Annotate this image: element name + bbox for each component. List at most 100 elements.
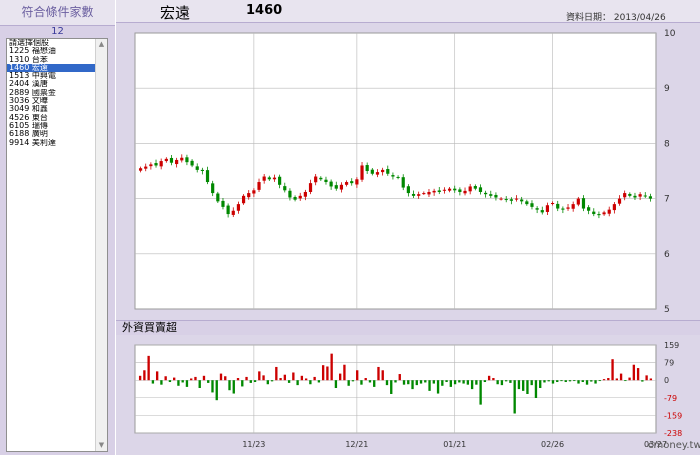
list-item[interactable]: 4526 東台 (7, 114, 95, 122)
net-bar (513, 380, 516, 414)
net-bar (441, 380, 444, 386)
list-item[interactable]: 3036 文曄 (7, 97, 95, 105)
list-item[interactable]: 3049 和鑫 (7, 105, 95, 113)
candle-body (432, 190, 436, 193)
list-item[interactable]: 1513 中興電 (7, 72, 95, 80)
candle-body (370, 169, 374, 174)
sidebar-title: 符合條件家數 (0, 0, 115, 26)
list-item[interactable]: 1310 台苯 (7, 56, 95, 64)
y-tick-label: 0 (664, 376, 669, 385)
candle-body (422, 193, 426, 195)
net-bar (215, 380, 218, 401)
candle-body (437, 190, 441, 192)
scroll-down-icon[interactable]: ▼ (96, 440, 107, 451)
candle-body (216, 193, 220, 202)
net-bar (300, 375, 304, 381)
net-bar (224, 376, 227, 381)
net-bar (390, 380, 393, 394)
scrollbar[interactable]: ▲ ▼ (95, 39, 107, 451)
candle-body (381, 169, 385, 173)
scroll-up-icon[interactable]: ▲ (96, 39, 107, 50)
net-bar (547, 380, 550, 382)
net-bar (543, 380, 546, 383)
net-bar (356, 370, 359, 381)
net-bar (147, 355, 150, 381)
watermark: cmoney.tw (648, 440, 700, 451)
candle-body (195, 166, 199, 170)
net-bar (198, 380, 201, 389)
stock-list-items: 請選擇個股 1225 福懋油 1310 台苯 1460 宏遠 1513 中興電 2404 … (7, 39, 95, 147)
net-bar (517, 380, 521, 390)
list-item[interactable]: 6105 瑞傳 (7, 122, 95, 130)
net-bar (590, 380, 593, 382)
net-bar (522, 380, 525, 391)
candle-body (478, 187, 483, 192)
candle-body (427, 191, 431, 195)
list-item[interactable]: 1460 宏遠 (7, 63, 95, 73)
net-bar (573, 380, 576, 382)
net-bar (628, 377, 631, 381)
result-count: 12 (51, 26, 64, 37)
candle-body (406, 186, 410, 194)
list-item[interactable]: 請選擇個股 (7, 39, 95, 47)
net-bar (317, 380, 321, 383)
stock-list[interactable]: 請選擇個股 1225 福懋油 1310 台苯 1460 宏遠 1513 中興電 2404 … (6, 38, 108, 452)
net-bar (530, 380, 533, 386)
net-bar (462, 380, 465, 384)
candle-body (169, 157, 174, 163)
candle-body (592, 211, 596, 215)
list-item[interactable]: 6188 廣明 (7, 130, 95, 138)
net-bar (343, 364, 346, 381)
net-bar (236, 378, 240, 381)
list-item[interactable]: 9914 美利達 (7, 139, 95, 147)
list-item[interactable]: 2404 漢唐 (7, 80, 95, 88)
net-bar (602, 379, 606, 381)
candle-body (324, 179, 328, 183)
y-tick-label: -79 (664, 394, 677, 403)
y-tick-label: 8 (664, 139, 670, 149)
candle-body (447, 188, 452, 191)
list-item[interactable]: 1225 福懋油 (7, 47, 95, 55)
candle-body (520, 199, 524, 202)
candle-body (602, 212, 606, 215)
candle-body (185, 157, 189, 163)
candle-body (473, 186, 477, 189)
candle-body (334, 185, 338, 189)
net-bar (381, 370, 384, 381)
candle-body (226, 205, 230, 215)
candle-body (138, 168, 143, 171)
net-bar (560, 380, 563, 382)
candle-body (272, 177, 277, 180)
net-bar (262, 375, 265, 381)
candle-body (504, 199, 508, 201)
net-bar (241, 380, 244, 387)
candle-body (576, 198, 580, 205)
net-bar (190, 378, 193, 381)
net-bar (428, 380, 431, 391)
y-tick-label: -159 (664, 411, 682, 420)
net-bar (330, 353, 333, 381)
candle-body (298, 195, 302, 199)
x-tick-label: 02/26 (541, 440, 564, 449)
net-bar (594, 380, 597, 384)
net-bar (585, 380, 589, 385)
net-bar (577, 380, 580, 384)
y-tick-label: 10 (664, 29, 676, 39)
candle-body (494, 194, 498, 198)
net-bar (351, 380, 355, 382)
candle-body (257, 182, 261, 190)
x-tick-label: 12/21 (345, 440, 368, 449)
net-bar (649, 378, 653, 381)
list-item[interactable]: 2889 國票金 (7, 89, 95, 97)
candle-body (355, 179, 359, 185)
candle-body (283, 186, 287, 191)
net-bar (368, 380, 372, 383)
y-tick-label: 9 (664, 84, 670, 94)
x-tick-label: 11/23 (242, 440, 265, 449)
net-bar (470, 380, 474, 390)
candle-body (643, 195, 647, 197)
candle-body (463, 190, 467, 194)
stock-name: 宏遠 (160, 4, 191, 22)
candle-body (453, 188, 457, 191)
net-bar (496, 380, 499, 385)
